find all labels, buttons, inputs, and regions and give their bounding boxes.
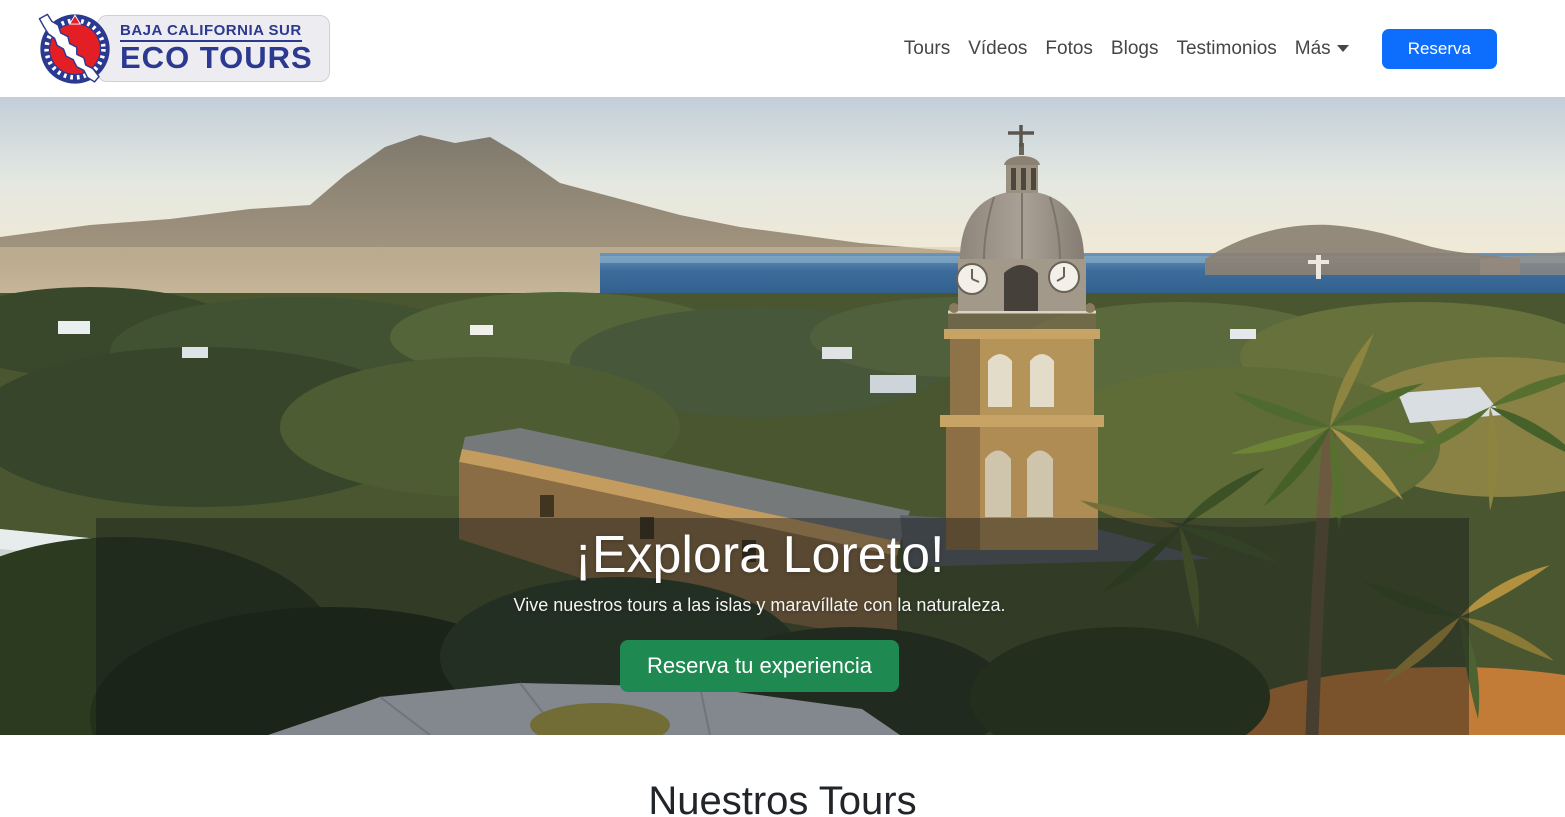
tours-section-heading: Nuestros Tours [0,779,1565,817]
brand-emblem-icon [35,9,115,89]
brand-line2: ECO TOURS [120,42,313,75]
nav-item-fotos[interactable]: Fotos [1036,30,1102,68]
brand-wordmark: BAJA CALIFORNIA SUR ECO TOURS [97,15,330,83]
brand-logo[interactable]: BAJA CALIFORNIA SUR ECO TOURS [35,9,330,89]
nav-item-tours[interactable]: Tours [895,30,959,68]
nav-item-blogs[interactable]: Blogs [1102,30,1168,68]
main-nav: Tours Vídeos Fotos Blogs Testimonios Más… [895,29,1497,69]
brand-line1: BAJA CALIFORNIA SUR [120,22,302,42]
nav-item-testimonios[interactable]: Testimonios [1167,30,1285,68]
top-navbar: BAJA CALIFORNIA SUR ECO TOURS Tours Víde… [0,0,1565,97]
hero-subtitle: Vive nuestros tours a las islas y maraví… [514,595,1006,616]
nav-item-mas[interactable]: Más [1286,30,1358,68]
hero-title: ¡Explora Loreto! [575,526,945,586]
tours-section: Nuestros Tours [0,735,1565,817]
hero-cta-button[interactable]: Reserva tu experiencia [620,640,899,692]
nav-item-videos[interactable]: Vídeos [959,30,1036,68]
reserva-button[interactable]: Reserva [1382,29,1497,69]
chevron-down-icon [1337,45,1349,52]
hero-banner: ¡Explora Loreto! Vive nuestros tours a l… [0,97,1565,735]
hero-caption-overlay: ¡Explora Loreto! Vive nuestros tours a l… [96,518,1469,735]
